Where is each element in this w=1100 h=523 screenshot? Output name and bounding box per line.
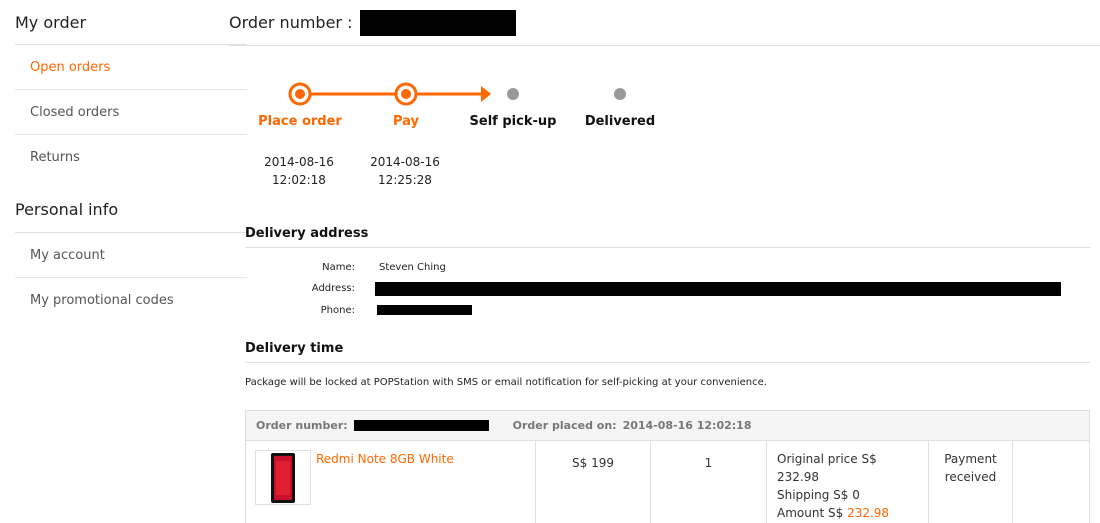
- price-cell: Original price S$ 232.98 Shipping S$ 0 A…: [767, 441, 929, 523]
- delivery-address-title: Delivery address: [245, 226, 1090, 248]
- name-label: Name:: [322, 262, 355, 273]
- progress-track: [288, 82, 626, 106]
- step-label-place-order: Place order: [258, 114, 342, 129]
- sidebar-item-promo-codes[interactable]: My promotional codes: [15, 278, 247, 323]
- step-time-pay: 2014-08-16 12:25:28: [350, 153, 460, 189]
- order-number-label: Order number :: [229, 13, 353, 32]
- step-done-dot: [401, 89, 411, 99]
- shipping-price: Shipping S$ 0: [777, 488, 860, 502]
- order-detail: Order number : Place order Pay Self pick…: [229, 0, 1100, 523]
- delivery-address-section: Delivery address: [245, 226, 1090, 248]
- order-number-redacted: [360, 9, 517, 36]
- table-row: Redmi Note 8GB White S$ 199 1 Original p…: [246, 441, 1089, 523]
- order-number-redacted-small: [353, 420, 489, 431]
- step-label-pay: Pay: [392, 114, 420, 129]
- step-pending-icon: [507, 88, 519, 100]
- sidebar-item-open-orders[interactable]: Open orders: [15, 45, 247, 90]
- name-value: Steven Ching: [379, 262, 446, 273]
- step-pending-icon: [614, 88, 626, 100]
- sidebar-title-my-order: My order: [15, 0, 247, 45]
- step-date: 2014-08-16: [264, 155, 334, 169]
- address-label: Address:: [311, 283, 355, 294]
- order-progress: Place order Pay Self pick-up Delivered 2…: [229, 46, 1100, 206]
- amount-value: 232.98: [847, 506, 890, 520]
- sidebar-title-personal-info: Personal info: [15, 180, 247, 233]
- quantity: 1: [704, 456, 713, 470]
- original-price-value: 232.98: [777, 470, 819, 484]
- sidebar-item-my-account[interactable]: My account: [15, 233, 247, 278]
- order-table-header: Order number: Order placed on: 2014-08-1…: [246, 411, 1089, 441]
- delivery-time-section: Delivery time Package will be locked at …: [245, 341, 1090, 388]
- sidebar: My order Open orders Closed orders Retur…: [15, 0, 247, 323]
- progress-arrow-icon: [481, 86, 491, 102]
- step-time: 12:25:28: [378, 173, 432, 187]
- address-redacted: [375, 282, 1061, 296]
- step-label-delivered: Delivered: [584, 114, 656, 129]
- order-items-table: Order number: Order placed on: 2014-08-1…: [245, 410, 1090, 523]
- step-done-dot: [295, 89, 305, 99]
- quantity-cell: 1: [651, 441, 767, 523]
- product-thumbnail[interactable]: [255, 450, 311, 505]
- phone-label: Phone:: [320, 305, 355, 316]
- amount-line: Amount S$ 232.98: [777, 504, 928, 522]
- status-cell: Payment received: [929, 441, 1013, 523]
- step-time: 12:02:18: [272, 173, 326, 187]
- sidebar-item-returns[interactable]: Returns: [15, 135, 247, 180]
- payment-status: Payment received: [944, 452, 997, 484]
- order-placed-label: Order placed on:: [512, 419, 617, 432]
- step-label-self-pickup: Self pick-up: [469, 114, 557, 129]
- order-placed-value: 2014-08-16 12:02:18: [622, 419, 752, 432]
- phone-image: [271, 452, 295, 503]
- delivery-time-title: Delivery time: [245, 341, 1090, 363]
- phone-redacted: [377, 305, 472, 315]
- step-time-place-order: 2014-08-16 12:02:18: [244, 153, 354, 189]
- product-name-link[interactable]: Redmi Note 8GB White: [316, 452, 454, 466]
- order-number-label-small: Order number:: [256, 419, 348, 432]
- product-cell: Redmi Note 8GB White: [246, 441, 536, 523]
- unit-price-cell: S$ 199: [536, 441, 651, 523]
- delivery-note: Package will be locked at POPStation wit…: [245, 377, 767, 388]
- amount-label: Amount S$: [777, 506, 844, 520]
- sidebar-item-closed-orders[interactable]: Closed orders: [15, 90, 247, 135]
- order-header: Order number :: [229, 0, 1100, 46]
- unit-price: S$ 199: [572, 456, 614, 470]
- original-price-label: Original price S$: [777, 452, 877, 466]
- step-date: 2014-08-16: [370, 155, 440, 169]
